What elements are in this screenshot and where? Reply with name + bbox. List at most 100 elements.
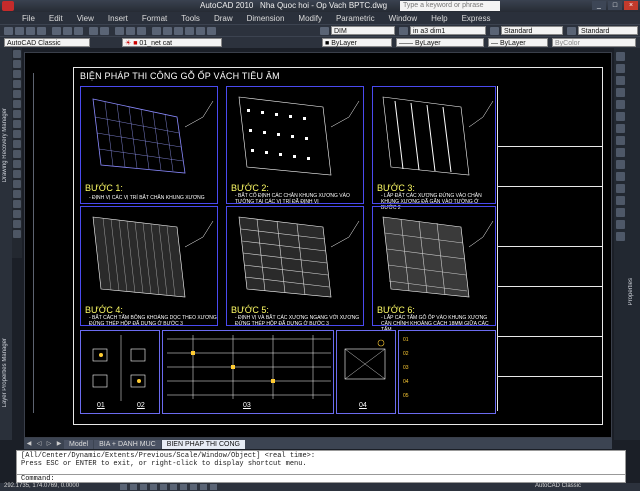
lineweight-select[interactable]: — ByLayer <box>488 38 548 47</box>
erase-icon[interactable] <box>616 52 625 61</box>
trim-icon[interactable] <box>616 160 625 169</box>
object-snap-icon[interactable] <box>160 484 167 490</box>
menu-express[interactable]: Express <box>462 14 491 23</box>
workspace-switch[interactable]: AutoCAD Classic <box>535 483 581 489</box>
insert-block-icon[interactable] <box>13 160 21 168</box>
command-input[interactable]: Command: <box>16 474 626 483</box>
menu-dimension[interactable]: Dimension <box>247 14 285 23</box>
menu-file[interactable]: File <box>22 14 35 23</box>
offset-icon[interactable] <box>616 88 625 97</box>
construction-line-icon[interactable] <box>13 60 21 68</box>
lineweight-toggle-icon[interactable] <box>200 484 207 490</box>
tool-palettes-icon[interactable] <box>174 27 183 35</box>
fillet-icon[interactable] <box>616 220 625 229</box>
copy-icon[interactable] <box>63 27 72 35</box>
rectangle-icon[interactable] <box>13 90 21 98</box>
ellipse-arc-icon[interactable] <box>13 150 21 158</box>
gradient-icon[interactable] <box>13 200 21 208</box>
tab-bia-danh-muc[interactable]: BIA + DANH MUC <box>94 440 161 449</box>
explode-icon[interactable] <box>616 232 625 241</box>
hatch-icon[interactable] <box>13 190 21 198</box>
line-icon[interactable] <box>13 50 21 58</box>
move-icon[interactable] <box>616 112 625 121</box>
scale-icon[interactable] <box>616 136 625 145</box>
layer-select[interactable]: ☀ ■ 01_net cat <box>122 38 222 47</box>
menu-view[interactable]: View <box>77 14 94 23</box>
zoom-window-icon[interactable] <box>137 27 146 35</box>
zoom-realtime-icon[interactable] <box>126 27 135 35</box>
grid-display-icon[interactable] <box>130 484 137 490</box>
help-icon[interactable] <box>207 27 216 35</box>
multiline-text-icon[interactable] <box>13 230 21 238</box>
tab-model[interactable]: Model <box>64 440 94 449</box>
menu-window[interactable]: Window <box>389 14 417 23</box>
menu-modify[interactable]: Modify <box>298 14 322 23</box>
maximize-button[interactable]: □ <box>608 1 622 10</box>
arc-icon[interactable] <box>13 100 21 108</box>
mleaderstyle-select[interactable]: in a3 dim1 <box>410 26 486 35</box>
autocad-logo-icon[interactable] <box>2 1 14 11</box>
plotstyle-select[interactable]: ByColor <box>552 38 636 47</box>
stretch-icon[interactable] <box>616 148 625 157</box>
cut-icon[interactable] <box>52 27 61 35</box>
break-icon[interactable] <box>616 184 625 193</box>
table-draw-icon[interactable] <box>13 220 21 228</box>
join-icon[interactable] <box>616 196 625 205</box>
region-icon[interactable] <box>13 210 21 218</box>
layer-properties-manager-label[interactable]: Layer Properties Manager <box>2 338 8 407</box>
pan-icon[interactable] <box>115 27 124 35</box>
model-canvas[interactable]: BIỆN PHÁP THI CÔNG GỖ ỐP VÁCH TIÊU ÂM BƯ… <box>24 52 612 438</box>
polyline-icon[interactable] <box>13 70 21 78</box>
menu-help[interactable]: Help <box>431 14 447 23</box>
textstyle-select[interactable]: Standard <box>501 26 563 35</box>
save-icon[interactable] <box>26 27 35 35</box>
properties-icon[interactable] <box>152 27 161 35</box>
redo-icon[interactable] <box>100 27 109 35</box>
dimstyle-select[interactable]: DIM <box>331 26 395 35</box>
menu-edit[interactable]: Edit <box>49 14 63 23</box>
plot-icon[interactable] <box>37 27 46 35</box>
rotate-icon[interactable] <box>616 124 625 133</box>
linetype-select[interactable]: —— ByLayer <box>396 38 484 47</box>
menu-tools[interactable]: Tools <box>181 14 200 23</box>
copy-object-icon[interactable] <box>616 64 625 73</box>
menu-format[interactable]: Format <box>142 14 167 23</box>
minimize-button[interactable]: _ <box>592 1 606 10</box>
tab-last-icon[interactable]: ▶ <box>54 440 64 449</box>
paste-icon[interactable] <box>74 27 83 35</box>
object-snap-tracking-icon[interactable] <box>170 484 177 490</box>
polygon-icon[interactable] <box>13 80 21 88</box>
tablestyle-select[interactable]: Standard <box>578 26 638 35</box>
markup-icon[interactable] <box>185 27 194 35</box>
dynamic-input-icon[interactable] <box>190 484 197 490</box>
color-select[interactable]: ■ ByLayer <box>322 38 392 47</box>
drawing-recovery-manager-label[interactable]: Drawing Recovery Manager <box>2 108 8 182</box>
tab-prev-icon[interactable]: ◁ <box>34 440 44 449</box>
tab-first-icon[interactable]: ◀ <box>24 440 34 449</box>
dynamic-ucs-icon[interactable] <box>180 484 187 490</box>
undo-icon[interactable] <box>89 27 98 35</box>
ellipse-icon[interactable] <box>13 140 21 148</box>
calculator-icon[interactable] <box>196 27 205 35</box>
close-button[interactable]: × <box>624 1 638 10</box>
chamfer-icon[interactable] <box>616 208 625 217</box>
design-center-icon[interactable] <box>163 27 172 35</box>
spline-icon[interactable] <box>13 130 21 138</box>
make-block-icon[interactable] <box>13 170 21 178</box>
polar-tracking-icon[interactable] <box>150 484 157 490</box>
open-file-icon[interactable] <box>15 27 24 35</box>
menu-insert[interactable]: Insert <box>108 14 128 23</box>
point-icon[interactable] <box>13 180 21 188</box>
workspace-select[interactable]: AutoCAD Classic <box>4 38 90 47</box>
ortho-mode-icon[interactable] <box>140 484 147 490</box>
quick-properties-icon[interactable] <box>210 484 217 490</box>
extend-icon[interactable] <box>616 172 625 181</box>
revision-cloud-icon[interactable] <box>13 120 21 128</box>
new-file-icon[interactable] <box>4 27 13 35</box>
menu-draw[interactable]: Draw <box>214 14 233 23</box>
search-input[interactable]: Type a keyword or phrase <box>400 1 500 11</box>
tab-next-icon[interactable]: ▷ <box>44 440 54 449</box>
tab-bien-phap-thi-cong[interactable]: BIEN PHAP THI CONG <box>161 440 245 449</box>
array-icon[interactable] <box>616 100 625 109</box>
menu-parametric[interactable]: Parametric <box>336 14 375 23</box>
